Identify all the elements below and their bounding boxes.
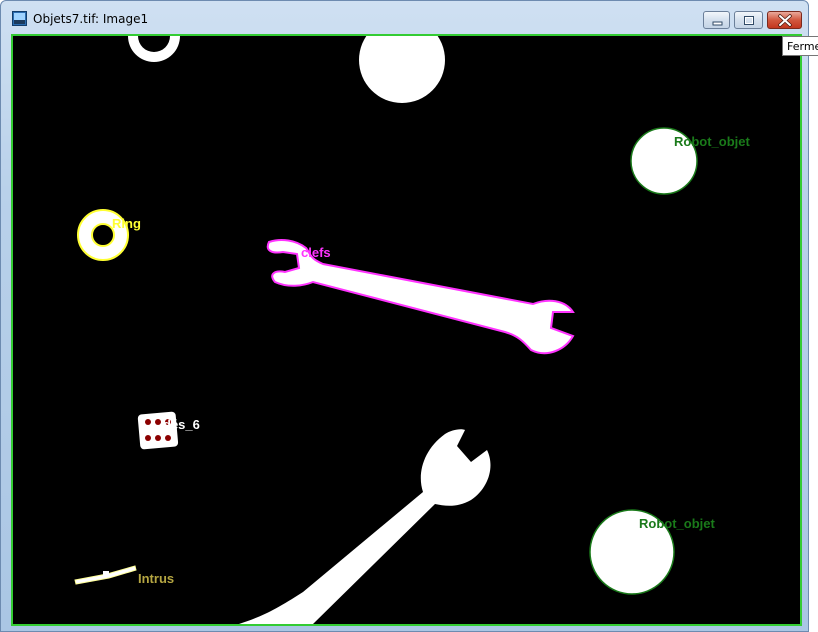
label-clefs: clefs [301, 245, 331, 260]
label-robot-objet-bottom: Robot_objet [639, 516, 715, 531]
minimize-button[interactable] [703, 11, 730, 29]
window-title: Objets7.tif: Image1 [33, 12, 149, 26]
wrench-object-large [239, 429, 491, 624]
close-icon [778, 14, 792, 27]
intrus-object [74, 565, 137, 585]
title-bar[interactable]: Objets7.tif: Image1 [1, 1, 808, 34]
label-ring: Ring [112, 216, 141, 231]
segmented-image: Robot_objet Ring clefs dés_6 Robot_objet… [74, 36, 750, 624]
close-tooltip: Fermer [782, 36, 818, 56]
maximize-button[interactable] [734, 11, 763, 29]
close-button[interactable] [767, 11, 802, 29]
label-intrus: Intrus [138, 571, 174, 586]
maximize-icon [744, 16, 754, 25]
circle-object-top [359, 36, 445, 103]
label-des-6: dés_6 [163, 417, 200, 432]
partial-ring-object [128, 36, 180, 62]
minimize-icon [712, 21, 723, 26]
image-window: Objets7.tif: Image1 Robot_objet Ring cle… [0, 0, 809, 632]
image-canvas[interactable]: Robot_objet Ring clefs dés_6 Robot_objet… [11, 34, 802, 626]
label-robot-objet-top: Robot_objet [674, 134, 750, 149]
image-app-icon [12, 11, 27, 26]
